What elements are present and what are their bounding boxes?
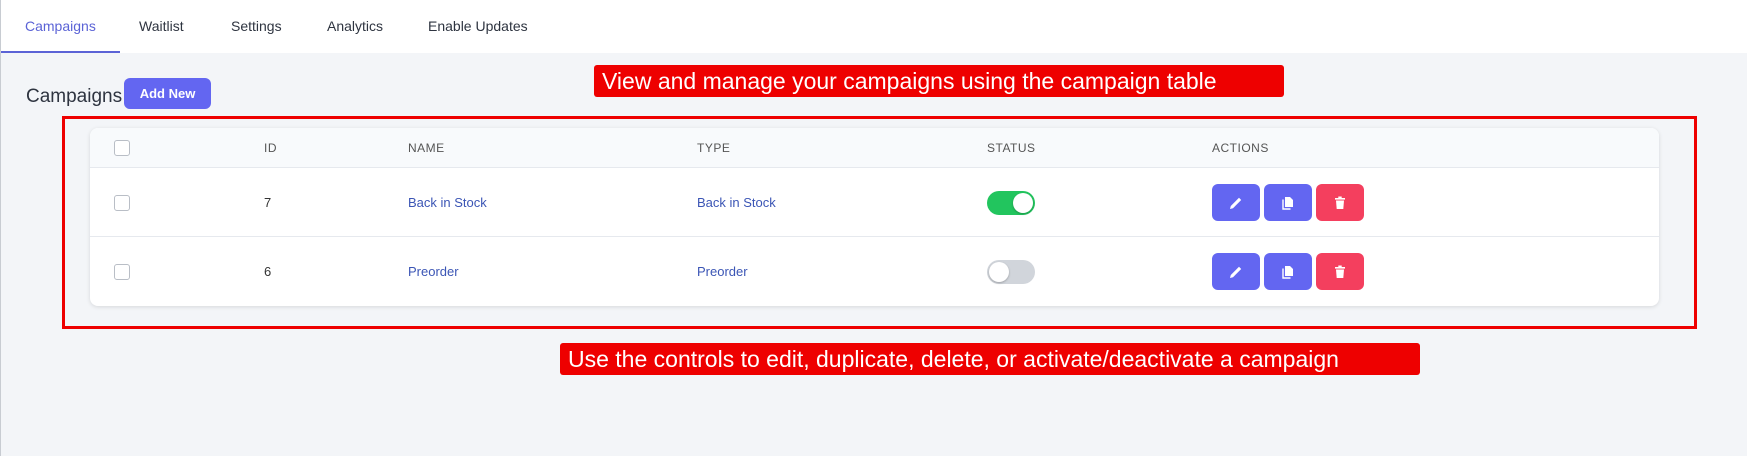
delete-button[interactable] — [1316, 184, 1364, 221]
pencil-icon — [1230, 266, 1242, 278]
column-header-name: NAME — [408, 141, 445, 155]
select-all-checkbox[interactable] — [114, 140, 130, 156]
campaign-type-link[interactable]: Back in Stock — [697, 168, 776, 237]
edit-button[interactable] — [1212, 184, 1260, 221]
campaign-name-link[interactable]: Preorder — [408, 237, 459, 306]
edit-button[interactable] — [1212, 253, 1260, 290]
trash-icon — [1335, 196, 1345, 209]
row-checkbox[interactable] — [114, 195, 130, 211]
copy-icon — [1282, 265, 1293, 279]
toggle-knob — [1013, 193, 1033, 213]
tab-settings[interactable]: Settings — [231, 0, 282, 53]
annotation-top: View and manage your campaigns using the… — [594, 65, 1284, 97]
status-toggle[interactable] — [987, 260, 1035, 284]
trash-icon — [1335, 265, 1345, 278]
campaign-id: 6 — [264, 264, 272, 279]
tab-campaigns[interactable]: Campaigns — [1, 0, 120, 53]
column-header-id: ID — [264, 141, 277, 155]
toggle-knob — [989, 262, 1009, 282]
campaign-table: ID NAME TYPE STATUS ACTIONS 7 Back in St… — [90, 128, 1659, 306]
pencil-icon — [1230, 197, 1242, 209]
duplicate-button[interactable] — [1264, 184, 1312, 221]
page-title: Campaigns — [26, 86, 123, 107]
copy-icon — [1282, 196, 1293, 210]
campaign-name-link[interactable]: Back in Stock — [408, 168, 487, 237]
table-row: 6 Preorder Preorder — [90, 237, 1659, 306]
status-toggle[interactable] — [987, 191, 1035, 215]
column-header-actions: ACTIONS — [1212, 141, 1269, 155]
add-new-button[interactable]: Add New — [124, 78, 211, 109]
row-checkbox[interactable] — [114, 264, 130, 280]
tab-enable-updates[interactable]: Enable Updates — [428, 0, 528, 53]
campaign-id: 7 — [264, 195, 272, 210]
tab-analytics[interactable]: Analytics — [327, 0, 383, 53]
annotation-bottom: Use the controls to edit, duplicate, del… — [560, 343, 1420, 375]
column-header-status: STATUS — [987, 141, 1036, 155]
table-header: ID NAME TYPE STATUS ACTIONS — [90, 128, 1659, 168]
tab-bar: Campaigns Waitlist Settings Analytics En… — [1, 0, 1747, 53]
duplicate-button[interactable] — [1264, 253, 1312, 290]
tab-waitlist[interactable]: Waitlist — [139, 0, 184, 53]
delete-button[interactable] — [1316, 253, 1364, 290]
campaign-type-link[interactable]: Preorder — [697, 237, 748, 306]
table-row: 7 Back in Stock Back in Stock — [90, 168, 1659, 237]
column-header-type: TYPE — [697, 141, 731, 155]
